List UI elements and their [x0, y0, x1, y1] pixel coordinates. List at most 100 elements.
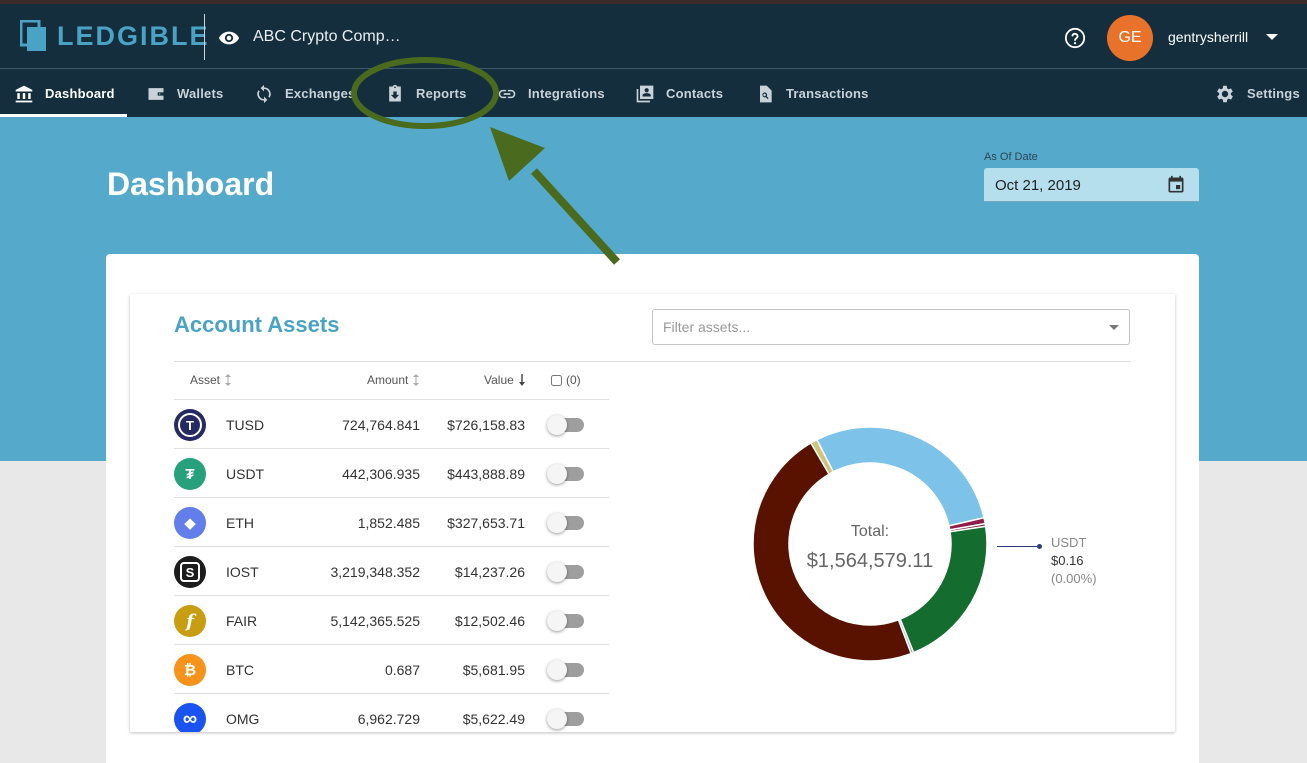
company-name[interactable]: ABC Crypto Comp… [253, 28, 401, 46]
help-icon[interactable] [1064, 27, 1086, 49]
asset-amount: 1,852.485 [357, 515, 420, 531]
asset-value: $5,681.95 [462, 662, 525, 678]
asset-symbol: OMG [226, 711, 260, 727]
nav-contacts[interactable]: Contacts [635, 69, 723, 118]
account-assets-title: Account Assets [174, 312, 340, 337]
table-row[interactable]: S IOST 3,219,348.352 $14,237.26 [174, 547, 609, 596]
tooltip-asset-name: USDT [1051, 535, 1087, 550]
select-all-checkbox[interactable] [551, 374, 562, 386]
nav-label: Wallets [177, 86, 224, 101]
divider [174, 361, 1131, 362]
asset-value: $12,502.46 [454, 613, 525, 629]
asset-symbol: FAIR [226, 613, 258, 629]
asset-value: $443,888.89 [447, 466, 525, 482]
brand-name: LEDGIBLE [57, 20, 210, 51]
nav-label: Reports [416, 86, 467, 101]
ledgible-logo[interactable]: LEDGIBLE [20, 20, 210, 52]
selected-count: (0) [566, 373, 581, 387]
nav-transactions[interactable]: Transactions [755, 69, 869, 118]
nav-label: Exchanges [285, 86, 356, 101]
chevron-down-icon[interactable] [1109, 325, 1119, 330]
asset-symbol: TUSD [226, 417, 265, 433]
asset-filter-input[interactable] [653, 310, 1093, 344]
table-row[interactable]: ◆ ETH 1,852.485 $327,653.71 [174, 498, 609, 547]
header-divider [204, 14, 205, 60]
transaction-search-icon [760, 85, 772, 102]
donut-slice-eth[interactable] [899, 525, 988, 654]
table-row[interactable]: f FAIR 5,142,365.525 $12,502.46 [174, 596, 609, 645]
avatar[interactable]: GE [1107, 15, 1153, 61]
nav-label: Settings [1247, 86, 1300, 101]
column-header-value[interactable]: Value [484, 373, 526, 387]
ledgible-logo-icon [20, 20, 46, 51]
nav-exchanges[interactable]: Exchanges [254, 69, 355, 118]
asset-toggle[interactable] [547, 709, 584, 729]
main-nav: Dashboard Wallets Exchanges Reports Inte… [0, 68, 1307, 117]
omg-icon: ∞ [174, 703, 206, 732]
toggle-knob [547, 660, 567, 680]
nav-dashboard[interactable]: Dashboard [14, 69, 115, 118]
asset-value: $327,653.71 [447, 515, 525, 531]
asset-toggle[interactable] [547, 611, 584, 631]
tusd-icon: T [174, 409, 206, 441]
nav-reports[interactable]: Reports [385, 69, 467, 118]
total-label: Total: [850, 523, 890, 540]
nav-integrations[interactable]: Integrations [497, 69, 605, 118]
username[interactable]: gentrysherrill [1168, 29, 1248, 45]
user-menu-caret-icon[interactable] [1266, 34, 1278, 40]
asset-amount: 442,306.935 [342, 466, 420, 482]
tooltip-asset-value: $0.16 [1051, 553, 1084, 568]
table-row[interactable]: T TUSD 724,764.841 $726,158.83 [174, 400, 609, 449]
eth-icon: ◆ [174, 507, 206, 539]
app-header: LEDGIBLE ABC Crypto Comp… GE gentrysherr… [0, 4, 1307, 68]
nav-settings[interactable]: Settings [1214, 69, 1300, 118]
iost-icon: S [174, 556, 206, 588]
nav-wallets[interactable]: Wallets [146, 69, 223, 118]
as-of-date-field[interactable]: Oct 21, 2019 [984, 168, 1199, 202]
btc-icon: ₿ [174, 654, 206, 686]
usdt-icon: ₮ [174, 458, 206, 490]
column-header-label: Asset [190, 373, 221, 387]
asset-toggle[interactable] [547, 562, 584, 582]
toggle-knob [547, 611, 567, 631]
asset-toggle[interactable] [547, 464, 584, 484]
toggle-knob [547, 513, 567, 533]
table-row[interactable]: ₿ BTC 0.687 $5,681.95 [174, 645, 609, 694]
coin-glyph: T [178, 413, 202, 437]
as-of-date-label: As Of Date [984, 151, 1038, 163]
table-row[interactable]: ₮ USDT 442,306.935 $443,888.89 [174, 449, 609, 498]
asset-toggle[interactable] [547, 415, 584, 435]
calendar-icon[interactable] [1166, 175, 1186, 195]
tooltip-leader-line [997, 546, 1039, 547]
coin-glyph: ◆ [184, 515, 196, 532]
sync-icon [257, 84, 271, 103]
donut-slice-usdt[interactable] [815, 426, 985, 527]
nav-label: Contacts [666, 86, 724, 101]
column-header-amount[interactable]: Amount [367, 373, 420, 387]
asset-toggle[interactable] [547, 660, 584, 680]
column-header-asset[interactable]: Asset [190, 373, 232, 387]
nav-label: Integrations [528, 86, 605, 101]
asset-filter[interactable] [652, 309, 1130, 345]
asset-amount: 0.687 [384, 662, 420, 678]
sort-icon [225, 374, 232, 386]
nav-label: Dashboard [45, 86, 115, 101]
asset-toggle[interactable] [547, 513, 584, 533]
bank-icon [15, 85, 33, 102]
eye-icon[interactable] [218, 27, 240, 49]
asset-amount: 724,764.841 [342, 417, 420, 433]
sort-icon [413, 374, 420, 386]
table-row[interactable]: ∞ OMG 6,962.729 $5,622.49 [174, 694, 609, 732]
as-of-date-value: Oct 21, 2019 [995, 177, 1081, 194]
column-header-select[interactable]: (0) [551, 373, 581, 387]
coin-glyph: ₿ [183, 661, 197, 679]
nav-label: Transactions [786, 86, 869, 101]
asset-amount: 6,962.729 [357, 711, 420, 727]
asset-allocation-donut-chart[interactable] [750, 424, 990, 664]
tooltip-leader-dot [1037, 544, 1042, 549]
coin-glyph: ∞ [182, 707, 198, 730]
coin-glyph: S [180, 562, 200, 582]
asset-amount: 5,142,365.525 [330, 613, 420, 629]
toggle-knob [547, 709, 567, 729]
asset-symbol: ETH [226, 515, 254, 531]
